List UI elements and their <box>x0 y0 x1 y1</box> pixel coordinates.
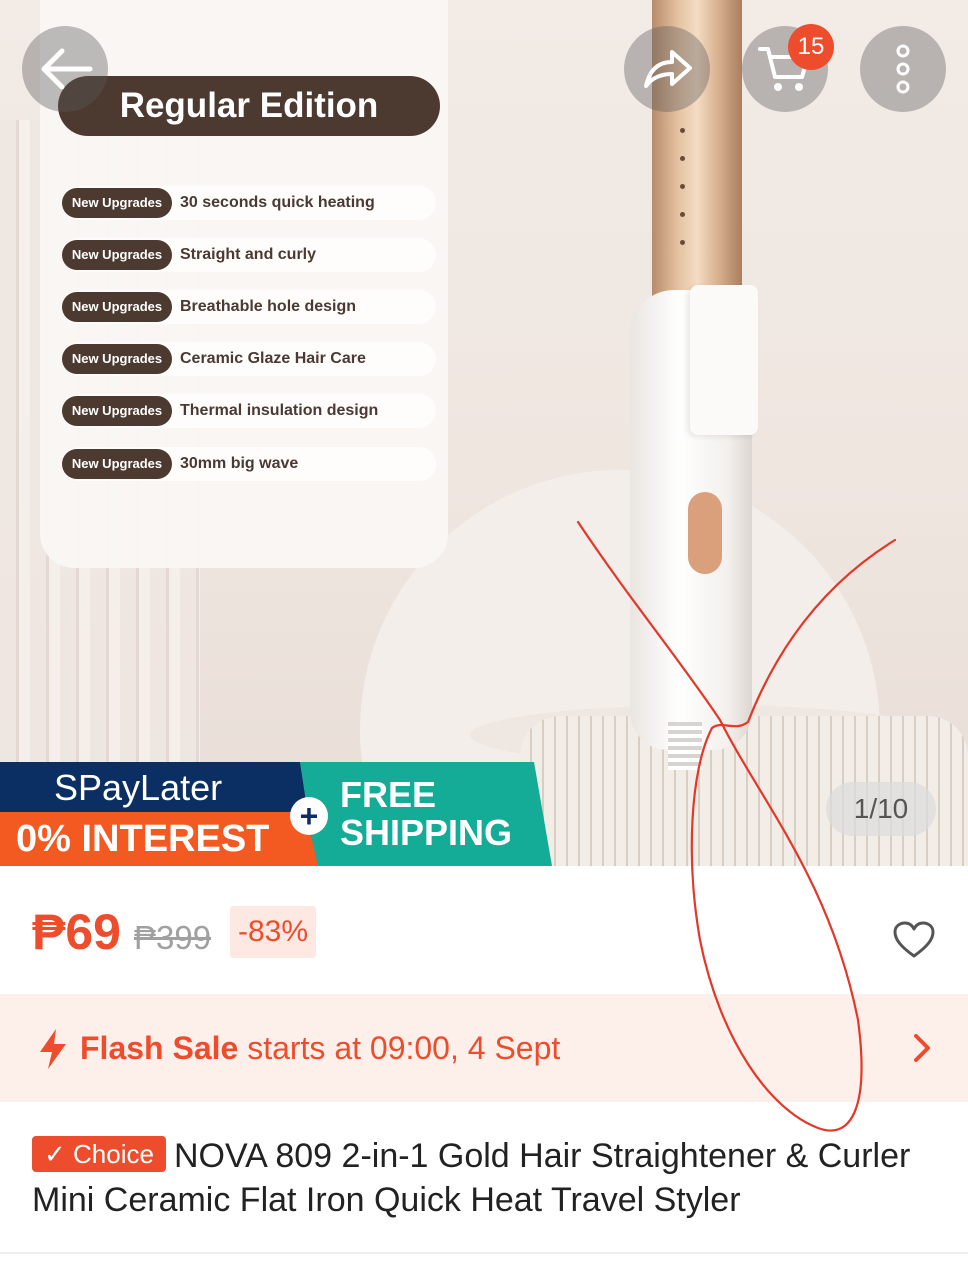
barrel-hole <box>680 184 685 189</box>
feature-item: New Upgrades Straight and curly <box>62 238 436 272</box>
choice-badge: ✓ Choice <box>32 1136 166 1172</box>
more-icon <box>896 44 910 94</box>
feature-text: 30 seconds quick heating <box>180 194 375 211</box>
feature-badge: New Upgrades <box>62 396 172 426</box>
heart-icon[interactable] <box>892 920 936 960</box>
feature-badge: New Upgrades <box>62 292 172 322</box>
feature-item: New Upgrades Breathable hole design <box>62 290 436 324</box>
discount-badge: -83% <box>230 906 317 958</box>
share-button[interactable] <box>624 26 710 112</box>
flash-sale-schedule: starts at 09:00, 4 Sept <box>238 1030 561 1066</box>
free-label: FREE <box>340 774 437 815</box>
cart-count-badge: 15 <box>788 24 834 70</box>
chevron-right-icon <box>914 1034 930 1062</box>
power-switch <box>688 492 722 574</box>
edition-label: Regular Edition <box>58 76 440 136</box>
product-title: ✓ Choice NOVA 809 2-in-1 Gold Hair Straig… <box>32 1134 932 1222</box>
product-page: { "hero": { "edition_label": "Regular Ed… <box>0 0 968 1280</box>
flash-sale-text: Flash Sale starts at 09:00, 4 Sept <box>80 1028 560 1068</box>
barrel-hole <box>680 240 685 245</box>
feature-item: New Upgrades 30 seconds quick heating <box>62 186 436 220</box>
feature-badge: New Upgrades <box>62 449 172 479</box>
curler-clip <box>690 285 758 435</box>
price-row: ₱69 ₱399 -83% <box>0 866 968 994</box>
image-counter: 1/10 <box>826 782 936 836</box>
more-button[interactable] <box>860 26 946 112</box>
barrel-hole <box>680 212 685 217</box>
feature-text: 30mm big wave <box>180 455 299 472</box>
product-image-carousel[interactable]: Regular Edition New Upgrades 30 seconds … <box>0 0 968 866</box>
back-button[interactable] <box>22 26 108 112</box>
product-title-block: ✓ Choice NOVA 809 2-in-1 Gold Hair Straig… <box>0 1102 968 1252</box>
feature-text: Ceramic Glaze Hair Care <box>180 350 366 367</box>
flash-sale-label: Flash Sale <box>80 1030 239 1066</box>
back-arrow-icon <box>41 48 93 90</box>
flash-sale-bar[interactable]: Flash Sale starts at 09:00, 4 Sept <box>0 994 968 1102</box>
feature-text: Thermal insulation design <box>180 402 379 419</box>
divider <box>0 1252 968 1254</box>
feature-item: New Upgrades 30mm big wave <box>62 447 436 481</box>
feature-item: New Upgrades Thermal insulation design <box>62 394 436 428</box>
spaylater-label: SPayLater <box>54 767 223 808</box>
feature-badge: New Upgrades <box>62 240 172 270</box>
interest-label: 0% INTEREST <box>16 818 270 860</box>
barrel-hole <box>680 128 685 133</box>
original-price: ₱399 <box>134 919 212 956</box>
barrel-hole <box>680 156 685 161</box>
plus-icon: + <box>290 797 328 835</box>
feature-badge: New Upgrades <box>62 344 172 374</box>
current-price: ₱69 <box>32 904 121 960</box>
cord-spring <box>668 722 702 770</box>
lightning-icon <box>40 1029 66 1069</box>
feature-badge: New Upgrades <box>62 188 172 218</box>
share-icon <box>644 50 692 88</box>
feature-text: Breathable hole design <box>180 298 357 315</box>
feature-text: Straight and curly <box>180 246 317 263</box>
shipping-label: SHIPPING <box>340 812 513 853</box>
feature-item: New Upgrades Ceramic Glaze Hair Care <box>62 342 436 376</box>
